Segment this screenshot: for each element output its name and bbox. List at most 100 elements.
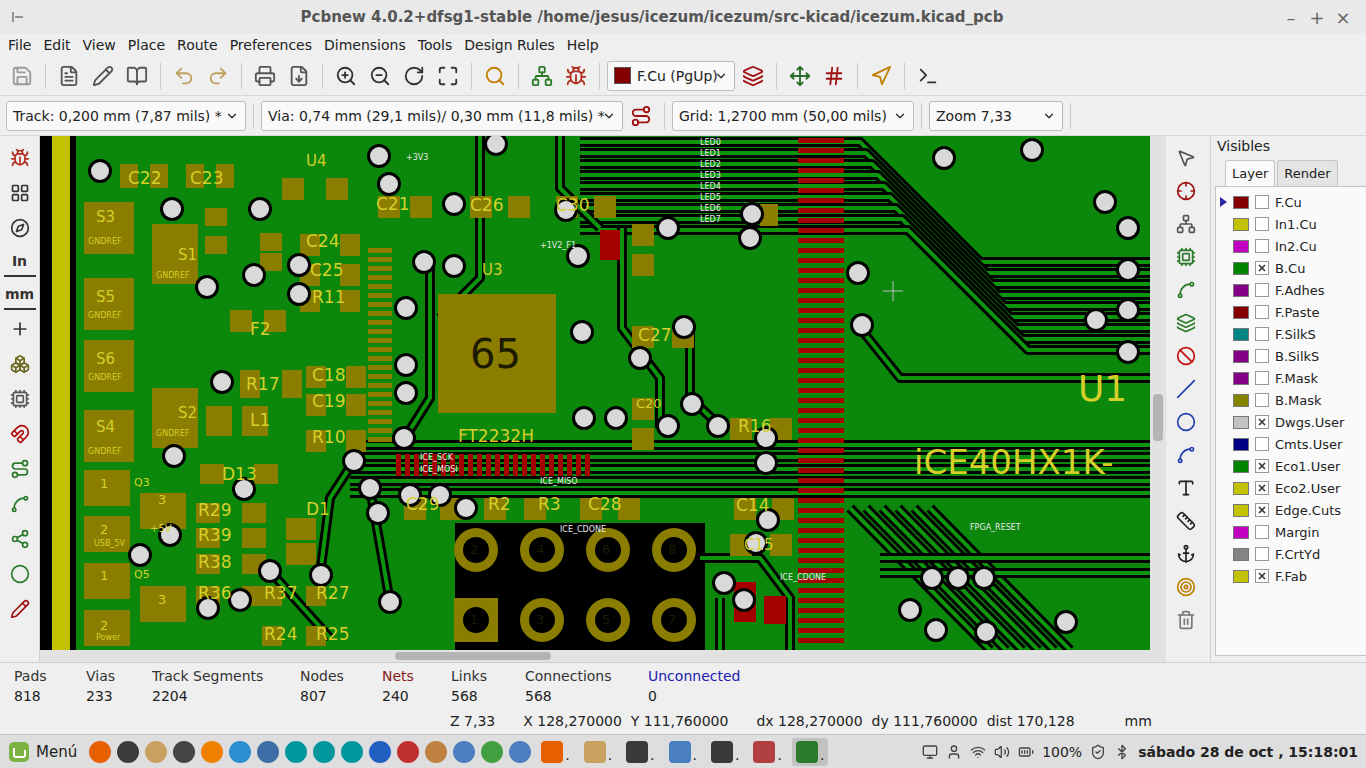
header-pin[interactable] — [454, 528, 498, 572]
pad[interactable] — [326, 178, 348, 200]
layer-checkbox[interactable] — [1255, 437, 1269, 451]
window-button[interactable]: . — [707, 738, 743, 766]
track[interactable] — [880, 558, 1150, 559]
via[interactable] — [160, 197, 184, 221]
layer-color-swatch[interactable] — [1233, 284, 1249, 297]
track[interactable] — [720, 598, 721, 650]
front-pad[interactable] — [798, 218, 844, 223]
track[interactable] — [700, 558, 790, 650]
track[interactable] — [880, 573, 1150, 574]
via[interactable] — [1054, 610, 1078, 634]
ic-pin[interactable] — [368, 374, 392, 379]
via[interactable] — [394, 381, 418, 405]
via[interactable] — [1116, 216, 1140, 240]
launcher-icon[interactable] — [229, 741, 251, 763]
track-copper[interactable] — [914, 508, 1054, 650]
via[interactable] — [228, 588, 252, 612]
header-pin[interactable] — [520, 598, 564, 642]
zoom-out-button[interactable] — [364, 60, 396, 92]
pad[interactable] — [84, 563, 130, 599]
polar-coords-button[interactable] — [4, 212, 36, 244]
front-pad[interactable] — [764, 596, 786, 624]
track-copper[interactable] — [718, 598, 722, 650]
pad[interactable] — [206, 406, 232, 436]
front-pad[interactable] — [567, 454, 572, 476]
track[interactable] — [930, 508, 1070, 650]
launcher-icon[interactable] — [313, 741, 335, 763]
header-pin[interactable] — [454, 598, 498, 642]
via[interactable] — [572, 406, 596, 430]
ic-pin[interactable] — [368, 275, 392, 280]
front-pad[interactable] — [798, 268, 844, 273]
tab[interactable]: Layer — [1225, 160, 1275, 186]
launcher-icon[interactable] — [285, 741, 307, 763]
front-pad[interactable] — [798, 158, 844, 163]
front-pad[interactable] — [540, 454, 545, 476]
front-pad[interactable] — [798, 478, 844, 483]
layer-checkbox[interactable] — [1255, 261, 1269, 275]
front-pad[interactable] — [798, 448, 844, 453]
menu-item[interactable]: Dimensions — [318, 37, 412, 53]
layer-checkbox[interactable] — [1255, 459, 1269, 473]
via[interactable] — [378, 590, 402, 614]
layer-row[interactable]: Margin — [1216, 521, 1366, 543]
front-pad[interactable] — [798, 388, 844, 393]
redraw-button[interactable] — [398, 60, 430, 92]
layer-row[interactable]: B.Cu — [1216, 257, 1366, 279]
pad[interactable] — [508, 196, 530, 218]
via[interactable] — [924, 618, 948, 642]
keepout-button[interactable] — [1170, 340, 1202, 372]
drc-toggle-button[interactable] — [4, 142, 36, 174]
launcher-icon[interactable] — [341, 741, 363, 763]
graphic-line-button[interactable] — [1170, 373, 1202, 405]
layer-checkbox[interactable] — [1255, 327, 1269, 341]
ic-pin[interactable] — [368, 320, 392, 325]
via[interactable] — [442, 254, 466, 278]
front-pad[interactable] — [600, 230, 620, 260]
layer-row[interactable]: In2.Cu — [1216, 235, 1366, 257]
front-pad[interactable] — [798, 418, 844, 423]
library-browser-button[interactable] — [121, 60, 153, 92]
tab[interactable]: Render — [1277, 160, 1337, 186]
via[interactable] — [366, 501, 390, 525]
front-pad[interactable] — [798, 198, 844, 203]
window-control[interactable]: × — [1330, 7, 1356, 28]
front-pad[interactable] — [468, 454, 473, 476]
window-button[interactable]: . — [749, 738, 785, 766]
via[interactable] — [377, 172, 401, 196]
pad[interactable] — [286, 543, 316, 565]
delete-button[interactable] — [1170, 604, 1202, 636]
cursor-shape-button[interactable] — [4, 313, 36, 345]
front-pad[interactable] — [798, 618, 844, 623]
layer-color-swatch[interactable] — [1233, 460, 1249, 473]
menu-item[interactable]: File — [2, 37, 37, 53]
page-settings-button[interactable] — [53, 60, 85, 92]
launcher-icon[interactable] — [117, 741, 139, 763]
header-pin[interactable] — [586, 598, 630, 642]
layer-checkbox[interactable] — [1255, 305, 1269, 319]
layer-color-swatch[interactable] — [1233, 262, 1249, 275]
front-pad[interactable] — [486, 454, 491, 476]
front-pad[interactable] — [798, 408, 844, 413]
ic-pin[interactable] — [368, 347, 392, 352]
front-pad[interactable] — [798, 278, 844, 283]
front-pad[interactable] — [798, 358, 844, 363]
zone-fill-button[interactable] — [4, 453, 36, 485]
option-select[interactable]: Zoom 7,33 — [929, 101, 1063, 131]
front-pad[interactable] — [798, 468, 844, 473]
highlight-net-button[interactable] — [1170, 175, 1202, 207]
via[interactable] — [628, 346, 652, 370]
layer-row[interactable]: F.CrtYd — [1216, 543, 1366, 565]
target-button[interactable] — [1170, 538, 1202, 570]
front-pad[interactable] — [798, 488, 844, 493]
microwave-button[interactable] — [865, 60, 897, 92]
menu-item[interactable]: Design Rules — [458, 37, 561, 53]
track[interactable] — [914, 508, 1054, 650]
front-pad[interactable] — [798, 378, 844, 383]
via-sketch-button[interactable] — [4, 558, 36, 590]
via[interactable] — [1020, 138, 1044, 162]
layer-checkbox[interactable] — [1255, 349, 1269, 363]
layer-checkbox[interactable] — [1255, 415, 1269, 429]
front-pad[interactable] — [549, 454, 554, 476]
via[interactable] — [898, 598, 922, 622]
